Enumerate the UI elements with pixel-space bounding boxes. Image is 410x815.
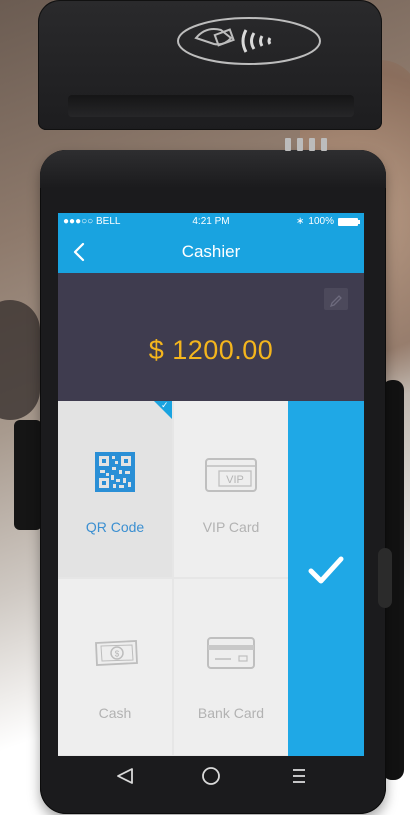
pencil-icon[interactable] <box>324 288 348 310</box>
battery-icon <box>338 217 360 226</box>
check-small-icon: ✓ <box>161 400 169 410</box>
side-button <box>378 548 392 608</box>
payment-option-label: Cash <box>98 705 132 721</box>
confirm-button[interactable] <box>288 401 364 756</box>
svg-text:VIP: VIP <box>226 474 244 486</box>
payment-option-qr-code[interactable]: QR Code <box>58 401 172 577</box>
header: Cashier <box>58 231 364 273</box>
svg-text:$: $ <box>115 650 120 659</box>
navigation-bar <box>58 756 364 796</box>
side-button <box>14 420 42 530</box>
page-title: Cashier <box>181 242 241 261</box>
background-blur <box>0 300 40 420</box>
payment-option-label: Bank Card <box>197 705 265 721</box>
contactless-logo-icon <box>177 17 321 65</box>
triangle-back-icon[interactable] <box>110 764 140 788</box>
checkmark-icon <box>308 556 344 584</box>
qr-code-icon <box>95 452 135 492</box>
amount-value: $ 1200.00 <box>148 335 274 365</box>
cash-icon: $ <box>95 640 138 666</box>
battery-percent: 100% <box>308 216 334 227</box>
payment-option-label: VIP Card <box>202 519 260 535</box>
bluetooth-icon: ∗ <box>296 216 305 227</box>
vip-card-icon: VIP <box>205 458 257 492</box>
body-ridge <box>40 150 386 188</box>
status-bar: ●●●○○ BELL 4:21 PM ∗ 100% <box>58 213 364 231</box>
payment-option-bank-card[interactable]: Bank Card <box>174 579 288 755</box>
bank-card-icon <box>207 637 255 669</box>
status-right: ∗ 100% <box>296 216 360 227</box>
payment-methods: QR Code ✓ VIP VIP Card $ Cash Bank Card <box>58 400 288 756</box>
indicator-lights <box>285 138 327 151</box>
amount-panel: $ 1200.00 <box>58 273 364 401</box>
printer-slot <box>68 95 354 117</box>
payment-option-cash[interactable]: $ Cash <box>58 579 172 755</box>
terminal-top <box>38 0 382 130</box>
payment-option-vip-card[interactable]: VIP VIP Card <box>174 401 288 577</box>
screen: ●●●○○ BELL 4:21 PM ∗ 100% Cashier $ 1200… <box>58 213 364 756</box>
menu-icon[interactable] <box>284 764 314 788</box>
circle-home-icon[interactable] <box>196 764 226 788</box>
payment-option-label: QR Code <box>85 519 145 535</box>
